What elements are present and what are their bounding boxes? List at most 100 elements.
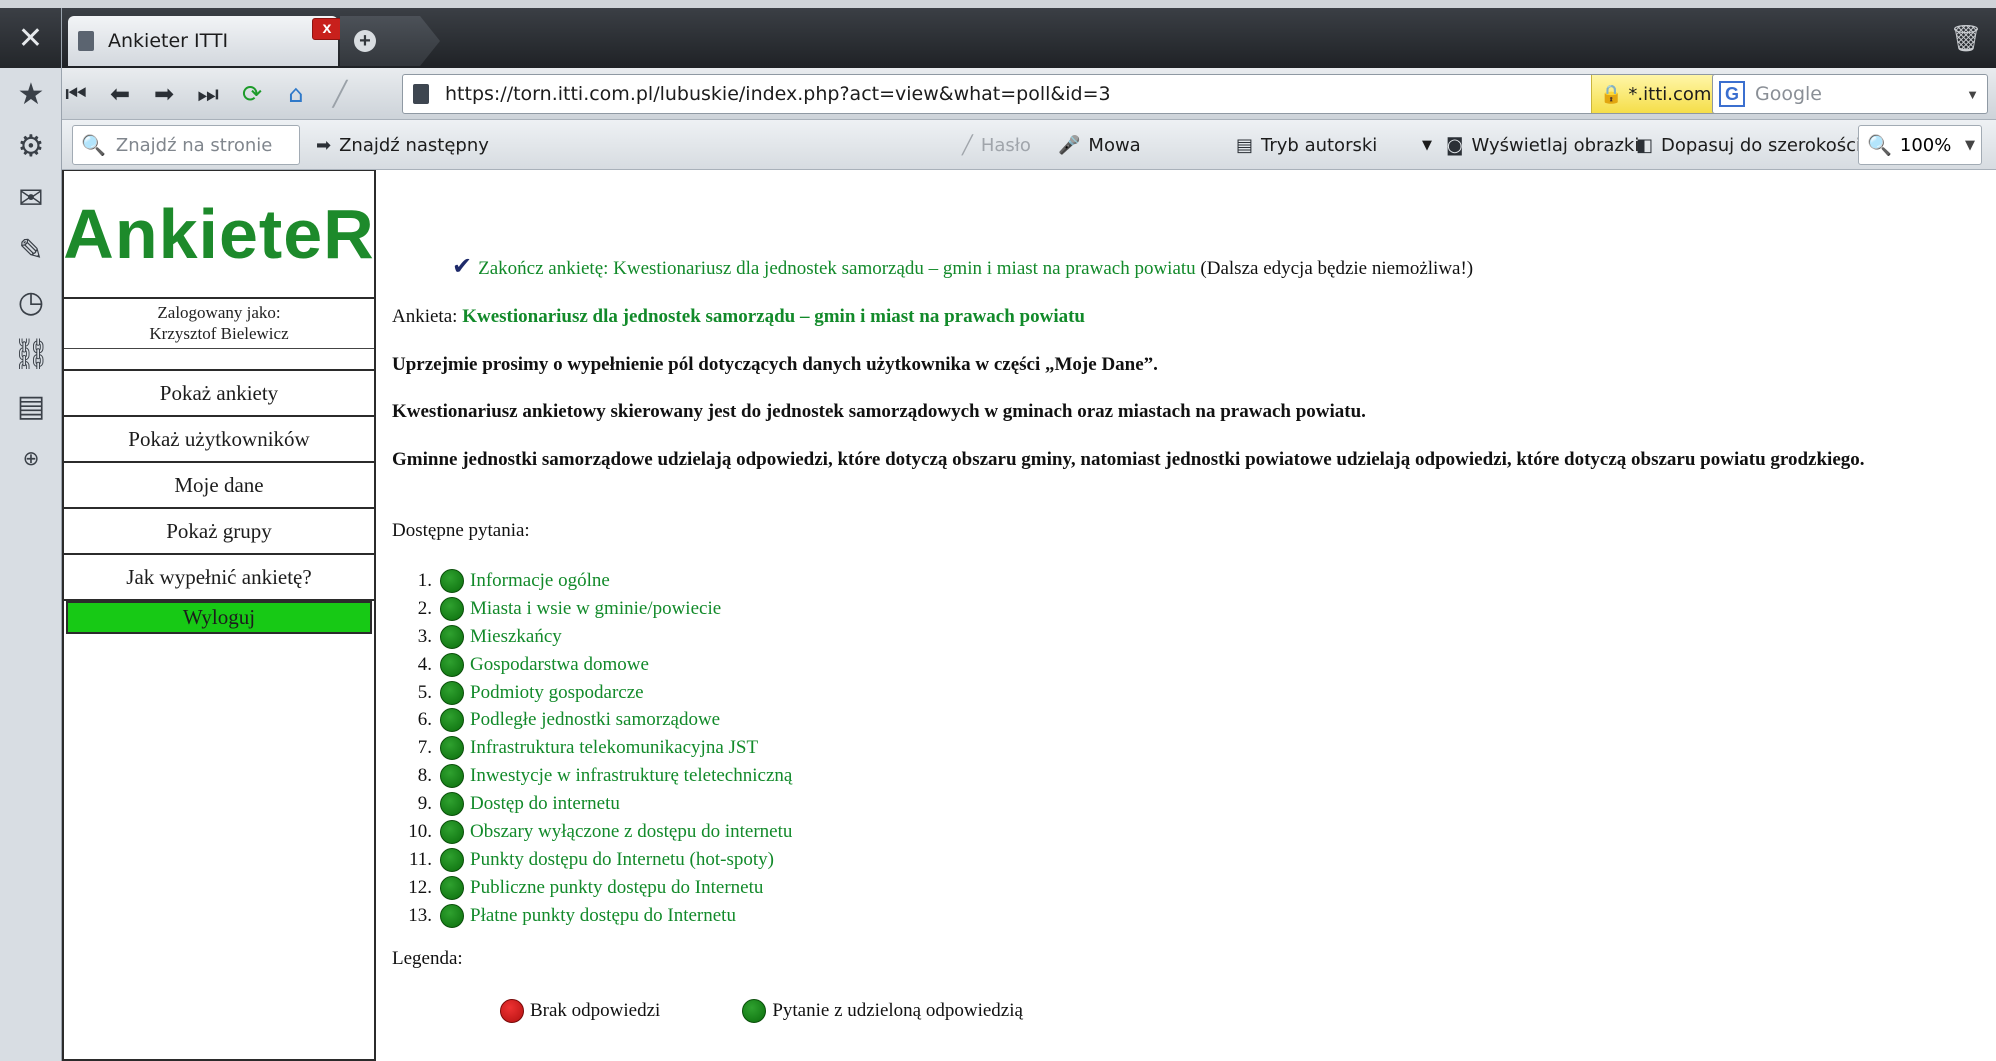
question-link[interactable]: Inwestycje w infrastrukturę teletechnicz…: [470, 765, 792, 787]
question-link[interactable]: Publiczne punkty dostępu do Internetu: [470, 877, 763, 899]
answered-status-icon: [440, 792, 464, 817]
tab-bar: Ankieter ITTI x + 🗑: [62, 8, 1996, 68]
question-link[interactable]: Mieszkańcy: [470, 626, 562, 648]
legend: Brak odpowiedzi Pytanie z udzieloną odpo…: [500, 999, 1105, 1023]
lock-icon: 🔒: [1600, 83, 1623, 105]
unanswered-status-icon: [500, 999, 524, 1023]
list-item: 12. Publiczne punkty dostępu do Internetu: [408, 875, 764, 900]
notes-icon[interactable]: ▤: [0, 380, 62, 432]
sidebar-spacer: [64, 349, 374, 371]
question-link[interactable]: Infrastruktura telekomunikacyjna JST: [470, 737, 758, 759]
find-placeholder: Znajdź na stronie: [115, 134, 273, 156]
list-item: 11. Punkty dostępu do Internetu (hot-spot…: [408, 847, 774, 872]
page-icon: [78, 31, 94, 51]
list-item: 5. Podmioty gospodarcze: [417, 680, 644, 705]
logged-user: Krzysztof Bielewicz: [149, 324, 289, 343]
fast-forward-icon[interactable]: ⏭: [190, 77, 226, 111]
show-images-button[interactable]: ◙ Wyświetlaj obrazki: [1446, 120, 1639, 170]
menu-show-users[interactable]: Pokaż użytkowników: [64, 417, 374, 463]
home-icon[interactable]: ⌂: [278, 77, 314, 111]
find-input[interactable]: 🔍 Znajdź na stronie: [72, 125, 300, 165]
wand-icon[interactable]: ╱: [322, 77, 358, 111]
poll-heading: Ankieta: Kwestionariusz dla jednostek sa…: [392, 306, 1085, 328]
fit-width-icon: ◧: [1636, 134, 1654, 156]
question-link[interactable]: Miasta i wsie w gminie/powiecie: [470, 598, 721, 620]
answered-status-icon: [440, 708, 464, 733]
question-link[interactable]: Płatne punkty dostępu do Internetu: [470, 905, 736, 927]
voice-button[interactable]: 🎤 Mowa: [1058, 120, 1141, 170]
logout-button[interactable]: Wyloguj: [66, 601, 372, 634]
back-icon[interactable]: ⬅: [102, 77, 138, 111]
key-icon: ╱: [962, 134, 973, 156]
camera-icon: ◙: [1446, 134, 1464, 156]
chevron-down-icon[interactable]: ▼: [1966, 87, 1979, 102]
history-clock-icon[interactable]: ◷: [0, 276, 62, 328]
answered-status-icon: [440, 875, 464, 900]
page-info-icon[interactable]: [413, 84, 429, 104]
reload-icon[interactable]: ⟳: [234, 77, 270, 111]
address-field[interactable]: https://torn.itti.com.pl/lubuskie/index.…: [402, 74, 1744, 114]
close-tab-icon[interactable]: x: [312, 18, 342, 40]
password-label: Hasło: [980, 134, 1031, 156]
bookmarks-star-icon[interactable]: ★: [0, 68, 62, 120]
trash-icon[interactable]: 🗑: [1946, 22, 1986, 56]
menu-show-polls[interactable]: Pokaż ankiety: [64, 371, 374, 417]
app-sidebar: AnkieteR Zalogowany jako: Krzysztof Biel…: [62, 170, 376, 1061]
chevron-down-icon[interactable]: ▼: [1965, 138, 1975, 153]
tab-title: Ankieter ITTI: [108, 30, 229, 52]
search-field[interactable]: G Google ▼: [1712, 74, 1988, 114]
fit-width-button[interactable]: ◧ Dopasuj do szerokości: [1636, 120, 1861, 170]
question-link[interactable]: Podmioty gospodarcze: [470, 682, 644, 704]
rewind-icon[interactable]: ⏮: [58, 77, 94, 111]
password-button[interactable]: ╱ Hasło: [962, 120, 1031, 170]
list-item: 9. Dostęp do internetu: [417, 792, 620, 817]
question-link[interactable]: Obszary wyłączone z dostępu do internetu: [470, 821, 792, 843]
question-link[interactable]: Informacje ogólne: [470, 570, 610, 592]
poll-label: Ankieta:: [392, 306, 458, 327]
google-icon[interactable]: G: [1719, 81, 1745, 107]
question-link[interactable]: Gospodarstwa domowe: [470, 654, 649, 676]
feeds-icon[interactable]: ✎: [0, 224, 62, 276]
menu-how-to-fill[interactable]: Jak wypełnić ankietę?: [64, 555, 374, 601]
zoom-control[interactable]: 🔍 100% ▼: [1858, 125, 1982, 165]
finish-poll-link[interactable]: Zakończ ankietę: Kwestionariusz dla jedn…: [478, 258, 1196, 279]
info-paragraph-2: Kwestionariusz ankietowy skierowany jest…: [392, 401, 1366, 422]
voice-label: Mowa: [1088, 134, 1141, 156]
question-link[interactable]: Podległe jednostki samorządowe: [470, 709, 720, 731]
menu-show-groups[interactable]: Pokaż grupy: [64, 509, 374, 555]
mail-icon[interactable]: ✉: [0, 172, 62, 224]
menu-my-data[interactable]: Moje dane: [64, 463, 374, 509]
author-mode-button[interactable]: ▤ Tryb autorski: [1236, 120, 1377, 170]
answered-status-icon: [440, 568, 464, 593]
add-panel-icon[interactable]: ⊕: [0, 432, 62, 484]
document-icon: ▤: [1236, 134, 1254, 156]
settings-gear-icon[interactable]: ⚙: [0, 120, 62, 172]
microphone-icon: 🎤: [1058, 134, 1081, 156]
zoom-level: 100%: [1899, 134, 1952, 156]
finish-poll-row: ✔ Zakończ ankietę: Kwestionariusz dla jed…: [452, 252, 1473, 280]
questions-list: 1. Informacje ogólne 2. Miasta i wsie w gm…: [392, 567, 792, 930]
panel-header: ✕: [0, 8, 61, 68]
info-paragraph-3: Gminne jednostki samorządowe udzielają o…: [392, 449, 1865, 470]
forward-icon[interactable]: ➡: [146, 77, 182, 111]
question-link[interactable]: Dostęp do internetu: [470, 793, 620, 815]
links-icon[interactable]: ⛓: [0, 328, 62, 380]
tools-icon[interactable]: ✕: [0, 8, 61, 68]
web-page: AnkieteR Zalogowany jako: Krzysztof Biel…: [62, 170, 1996, 1061]
answered-status-icon: [440, 764, 464, 789]
find-toolbar: 🔍 Znajdź na stronie ➡ Znajdź następny ╱ …: [62, 120, 1996, 170]
legend-unanswered-label: Brak odpowiedzi: [530, 1000, 661, 1021]
logged-in-info: Zalogowany jako: Krzysztof Bielewicz: [64, 299, 374, 349]
list-item: 6. Podległe jednostki samorządowe: [417, 708, 721, 733]
search-placeholder: Google: [1755, 83, 1823, 105]
legend-item-answered: Pytanie z udzieloną odpowiedzią: [742, 999, 1023, 1023]
legend-item-unanswered: Brak odpowiedzi: [500, 999, 660, 1023]
find-next-label: Znajdź następny: [339, 134, 489, 156]
zoom-icon: 🔍: [1867, 133, 1892, 157]
question-link[interactable]: Punkty dostępu do Internetu (hot-spoty): [470, 849, 774, 871]
new-tab-button[interactable]: +: [340, 16, 440, 66]
dropdown-arrow-icon[interactable]: ▼: [1422, 120, 1432, 170]
finish-note: (Dalsza edycja będzie niemożliwa!): [1200, 258, 1474, 279]
find-next-button[interactable]: ➡ Znajdź następny: [316, 120, 489, 170]
active-tab[interactable]: Ankieter ITTI x: [68, 16, 342, 66]
